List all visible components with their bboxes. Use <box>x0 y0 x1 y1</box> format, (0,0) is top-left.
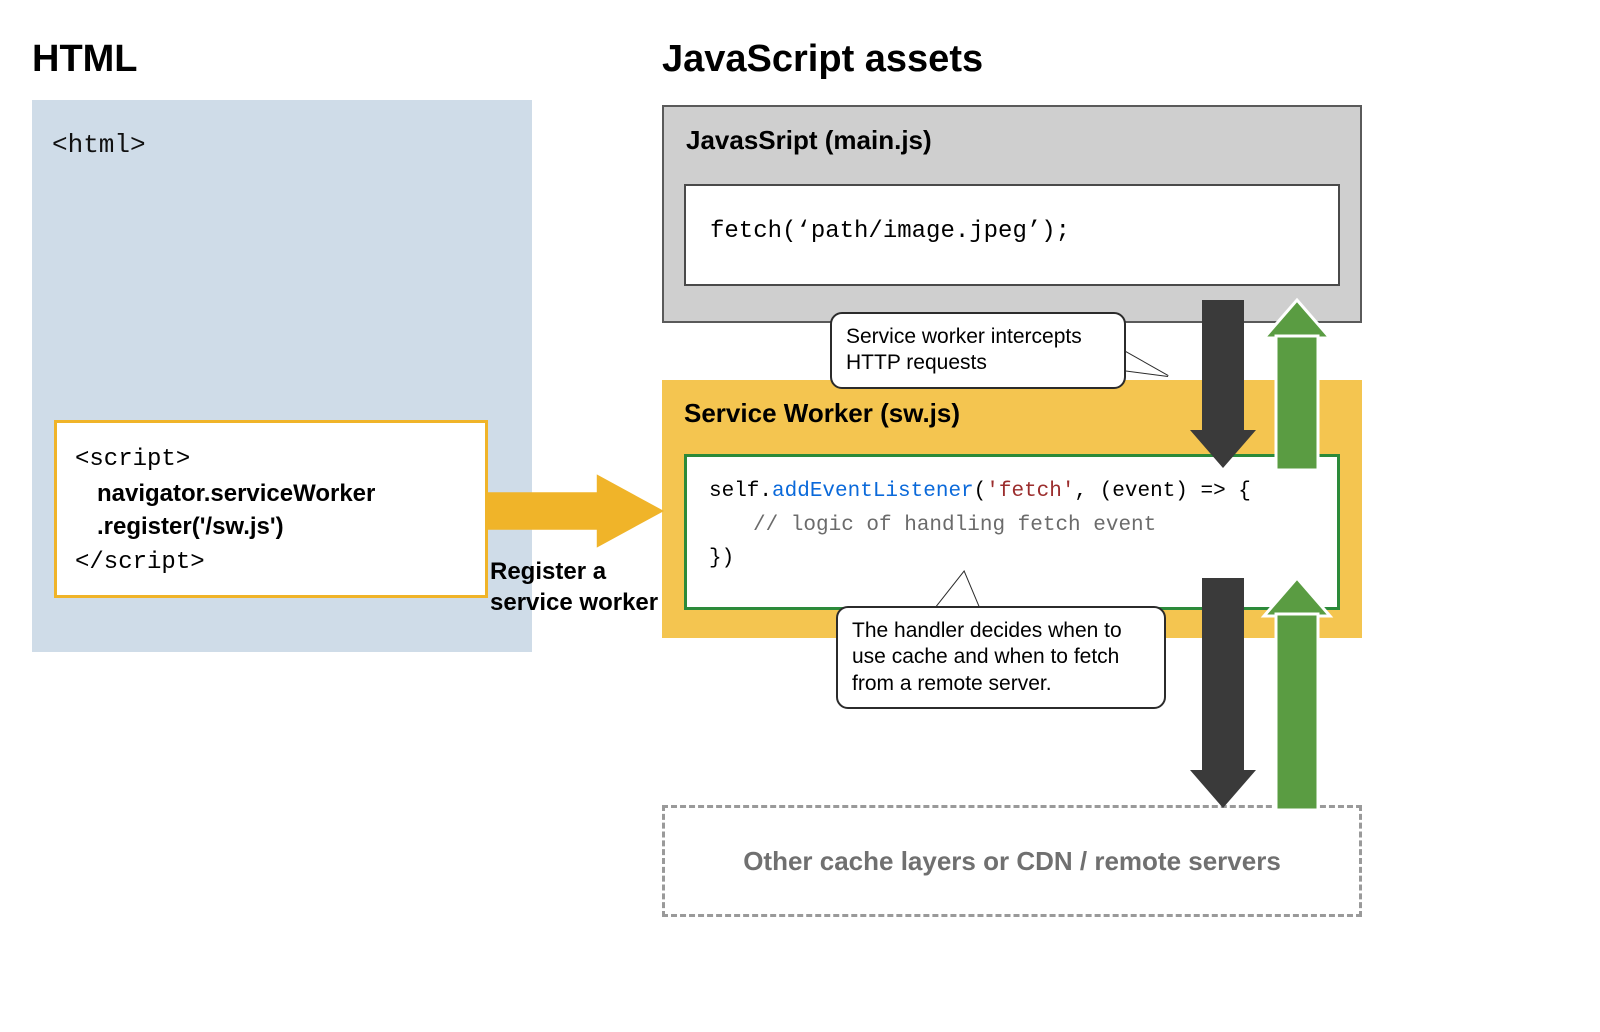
fetch-code-text: fetch(‘path/image.jpeg’); <box>710 218 1070 245</box>
sw-code-after: , (event) => { <box>1074 480 1250 503</box>
script-register-box: <script> navigator.serviceWorker .regist… <box>54 420 488 598</box>
bubble-intercept-text: Service worker intercepts HTTP requests <box>846 325 1082 374</box>
script-open-tag: <script> <box>75 446 190 473</box>
sw-code-prefix: self. <box>709 480 772 503</box>
bubble-handler-text: The handler decides when to use cache an… <box>852 619 1122 695</box>
mainjs-title: JavasSript (main.js) <box>686 125 932 156</box>
script-line-navigator: navigator.serviceWorker <box>97 477 467 511</box>
bubble-handler: The handler decides when to use cache an… <box>836 606 1166 709</box>
sw-code-method: addEventListener <box>772 480 974 503</box>
cache-layers-box: Other cache layers or CDN / remote serve… <box>662 805 1362 917</box>
sw-code-open: ( <box>974 480 987 503</box>
script-line-register: .register('/sw.js') <box>97 510 467 544</box>
sw-code-close: }) <box>709 547 734 570</box>
script-close-tag: </script> <box>75 549 205 576</box>
register-arrow-icon <box>488 470 666 552</box>
cache-layers-text: Other cache layers or CDN / remote serve… <box>743 846 1281 877</box>
service-worker-code-box: self.addEventListener('fetch', (event) =… <box>684 454 1340 610</box>
html-open-tag: <html> <box>52 130 146 160</box>
register-label-line2: service worker <box>490 589 658 616</box>
heading-html: HTML <box>32 38 138 81</box>
bubble-intercept-tail-icon <box>1118 348 1178 388</box>
register-label-line1: Register a <box>490 558 606 585</box>
diagram-stage: HTML JavaScript assets <html> <script> n… <box>0 0 1600 1032</box>
sw-code-arg: 'fetch' <box>986 480 1074 503</box>
bubble-intercept: Service worker intercepts HTTP requests <box>830 312 1126 389</box>
service-worker-title: Service Worker (sw.js) <box>684 398 960 429</box>
fetch-code-box: fetch(‘path/image.jpeg’); <box>684 184 1340 286</box>
heading-js-assets: JavaScript assets <box>662 38 983 81</box>
sw-code-comment: // logic of handling fetch event <box>753 509 1315 543</box>
